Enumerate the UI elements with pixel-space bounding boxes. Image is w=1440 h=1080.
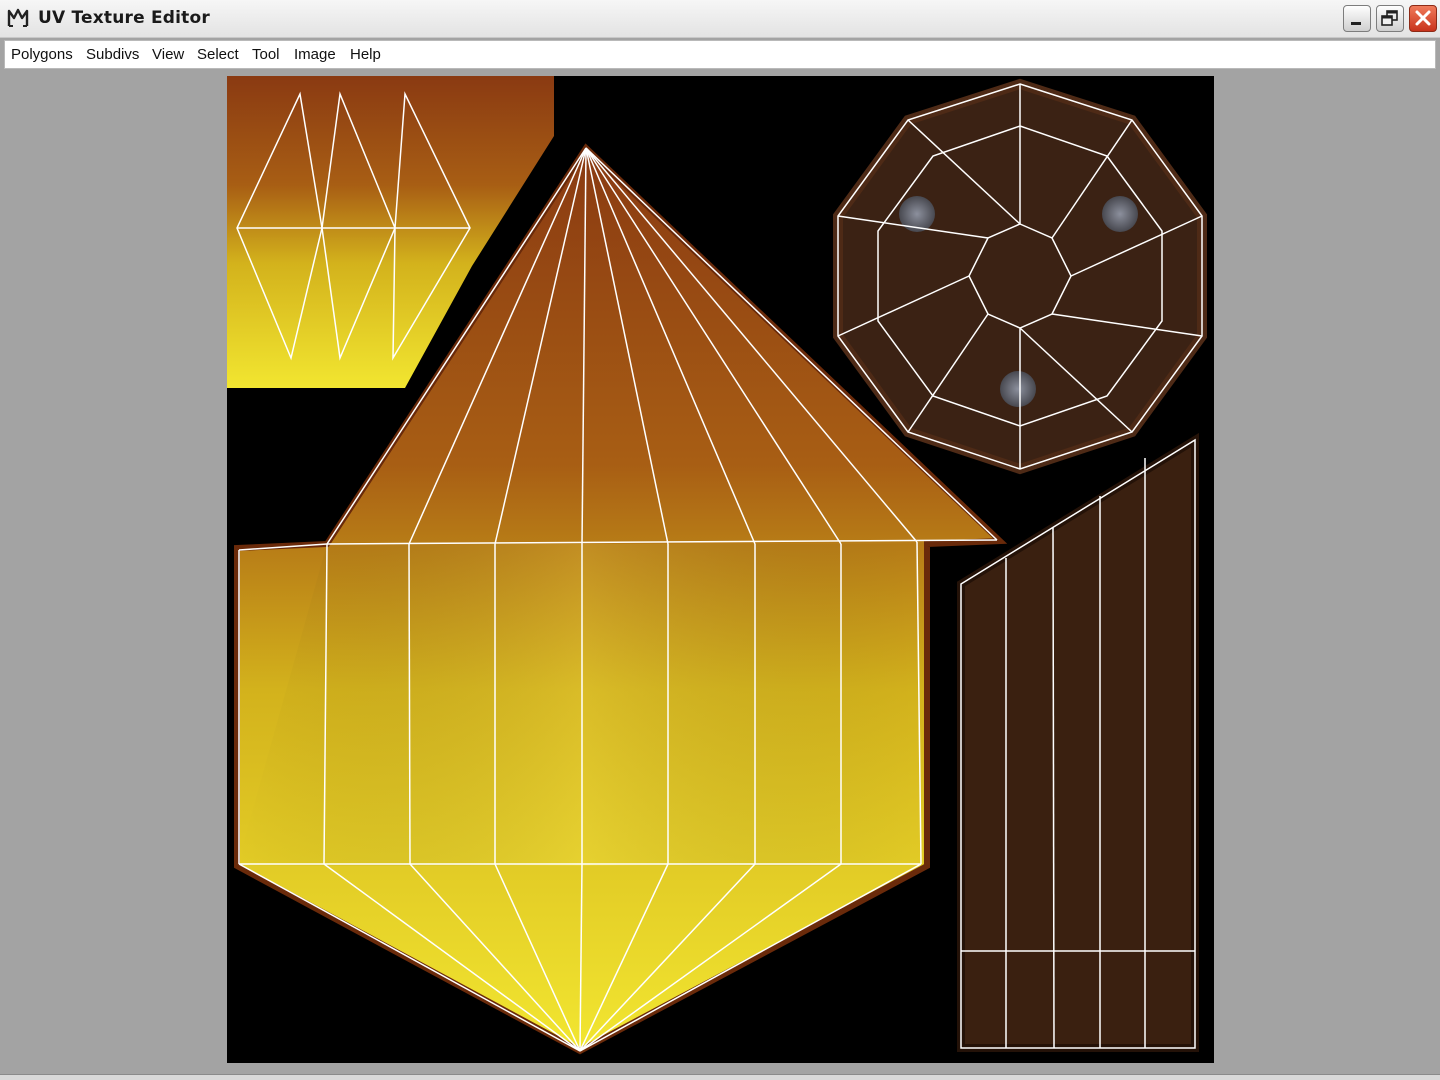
menu-help[interactable]: Help bbox=[350, 46, 381, 63]
menu-view[interactable]: View bbox=[152, 46, 184, 63]
menu-select[interactable]: Select bbox=[197, 46, 239, 63]
menu-tool[interactable]: Tool bbox=[252, 46, 280, 63]
menu-polygons[interactable]: Polygons bbox=[11, 46, 73, 63]
title-bar[interactable]: UV Texture Editor bbox=[0, 0, 1440, 38]
restore-icon bbox=[1381, 10, 1398, 26]
window-title: UV Texture Editor bbox=[38, 8, 210, 28]
menu-bar: Polygons Subdivs View Select Tool Image … bbox=[4, 40, 1436, 69]
uv-shell-cap[interactable] bbox=[833, 78, 1207, 475]
menu-subdivs[interactable]: Subdivs bbox=[86, 46, 139, 63]
minimize-icon bbox=[1351, 22, 1361, 25]
minimize-button[interactable] bbox=[1343, 5, 1371, 32]
restore-button[interactable] bbox=[1376, 5, 1404, 32]
status-strip bbox=[0, 1074, 1440, 1080]
uv-shell-wood[interactable] bbox=[957, 432, 1199, 1052]
menu-image[interactable]: Image bbox=[294, 46, 336, 63]
maya-icon bbox=[6, 6, 30, 30]
uv-layout[interactable] bbox=[227, 76, 1214, 1063]
uv-texture-canvas[interactable] bbox=[227, 76, 1214, 1063]
close-icon bbox=[1415, 10, 1431, 26]
close-button[interactable] bbox=[1409, 5, 1437, 32]
